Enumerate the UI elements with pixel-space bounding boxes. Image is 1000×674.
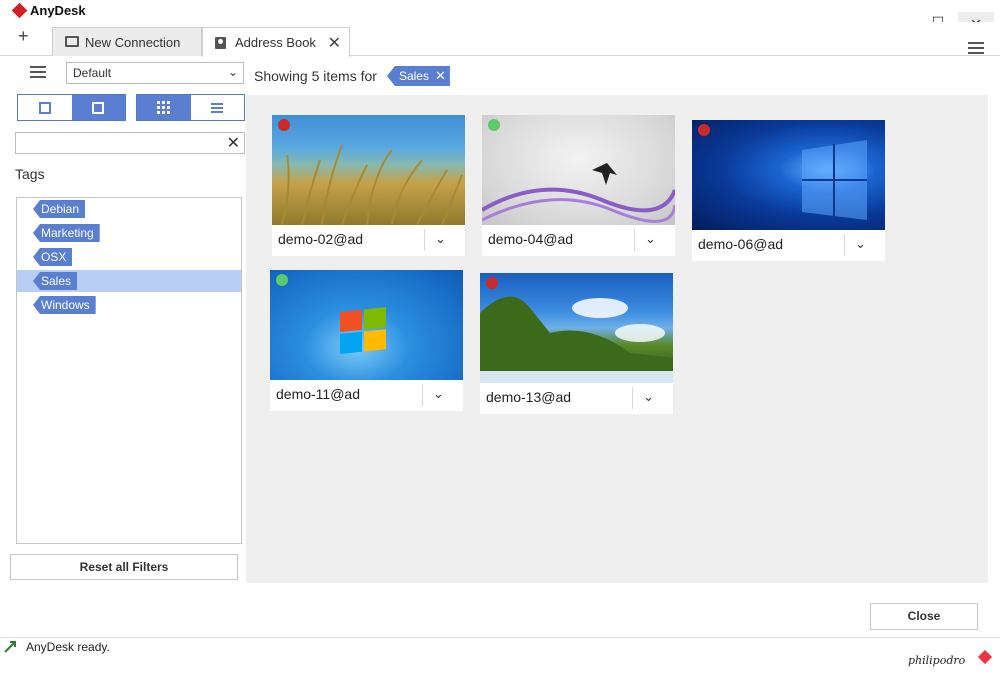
card-label: demo-04@ad: [488, 231, 574, 247]
tag-chip: Sales: [33, 272, 78, 290]
chevron-down-icon: ⌄: [227, 65, 238, 79]
address-card[interactable]: demo-06@ad ⌄: [692, 120, 885, 261]
active-filter-chip: Sales ✕: [386, 66, 450, 86]
status-text: AnyDesk ready.: [26, 640, 110, 654]
desktop-thumbnail: [692, 120, 885, 230]
address-card[interactable]: demo-13@ad ⌄: [480, 273, 673, 414]
tags-heading: Tags: [15, 166, 45, 182]
tab-bar: + New Connection Address Book ✕: [0, 22, 1000, 57]
island-wallpaper-image: [480, 296, 673, 383]
chevron-down-icon[interactable]: ⌄: [435, 231, 446, 247]
view-mode-toggle: [17, 94, 126, 121]
single-view-button[interactable]: [18, 95, 72, 120]
list-view-button[interactable]: [190, 95, 244, 120]
showing-count-text: Showing 5 items for: [254, 68, 377, 84]
status-indicator: [698, 124, 710, 136]
card-label: demo-06@ad: [698, 236, 784, 252]
address-book-select[interactable]: Default ⌄: [66, 62, 244, 84]
active-filter-label: Sales: [398, 69, 429, 83]
main-menu-icon[interactable]: [968, 42, 984, 57]
tag-item-osx[interactable]: OSX: [17, 246, 241, 268]
stacked-squares-icon: [92, 101, 105, 114]
address-book-icon: [215, 36, 229, 49]
clear-search-icon[interactable]: ✕: [227, 133, 240, 153]
card-separator: [634, 229, 635, 251]
status-indicator: [276, 274, 288, 286]
chevron-down-icon[interactable]: ⌄: [433, 386, 444, 402]
chevron-down-icon[interactable]: ⌄: [643, 389, 654, 405]
status-indicator: [278, 119, 290, 131]
card-label: demo-11@ad: [276, 386, 360, 402]
close-tab-icon[interactable]: ✕: [328, 33, 341, 53]
desktop-thumbnail: [272, 115, 465, 225]
tab-new-connection[interactable]: New Connection: [52, 27, 202, 56]
reset-filters-button[interactable]: Reset all Filters: [10, 554, 238, 580]
remove-filter-icon[interactable]: ✕: [435, 69, 446, 82]
chevron-down-icon[interactable]: ⌄: [855, 236, 866, 252]
app-title: AnyDesk: [30, 3, 86, 18]
layout-toggle: [136, 94, 245, 121]
connection-ready-icon: [4, 641, 16, 653]
new-tab-button[interactable]: +: [18, 26, 29, 47]
tag-item-windows[interactable]: Windows: [17, 294, 241, 316]
card-separator: [422, 384, 423, 406]
multi-view-button[interactable]: [71, 95, 125, 120]
tag-chip: Marketing: [33, 224, 100, 242]
close-button[interactable]: Close: [870, 603, 978, 630]
single-square-icon: [38, 101, 51, 114]
desktop-thumbnail: [482, 115, 675, 225]
monitor-icon: [65, 36, 79, 48]
card-label: demo-02@ad: [278, 231, 364, 247]
tag-item-marketing[interactable]: Marketing: [17, 222, 241, 244]
windows10-wallpaper-image: [802, 140, 867, 220]
address-card[interactable]: demo-04@ad ⌄: [482, 115, 675, 256]
grid-view-button[interactable]: [137, 95, 191, 120]
tags-list: Debian Marketing OSX Sales Windows: [16, 197, 242, 544]
tag-item-sales[interactable]: Sales: [17, 270, 241, 292]
address-card[interactable]: demo-02@ad ⌄: [272, 115, 465, 256]
address-card[interactable]: demo-11@ad ⌄: [270, 270, 463, 411]
abstract-wallpaper-image: [482, 163, 675, 223]
tab-label: Address Book: [235, 35, 316, 50]
card-separator: [632, 387, 633, 409]
tag-item-debian[interactable]: Debian: [17, 198, 241, 220]
card-separator: [844, 234, 845, 256]
card-separator: [424, 229, 425, 251]
desktop-thumbnail: [480, 273, 673, 383]
sidebar-menu-icon[interactable]: [30, 66, 46, 81]
status-indicator: [486, 277, 498, 289]
watermark-logo: philipodro: [908, 654, 966, 667]
tag-chip: Windows: [33, 296, 96, 314]
watermark-mark-icon: [977, 649, 993, 665]
status-indicator: [488, 119, 500, 131]
desktop-thumbnail: [270, 270, 463, 380]
search-input[interactable]: ✕: [15, 132, 245, 154]
grass-wallpaper-image: [281, 144, 463, 225]
windows7-wallpaper-image: [340, 307, 386, 354]
tab-label: New Connection: [85, 34, 181, 50]
filter-bar: Showing 5 items for Sales ✕: [254, 64, 450, 88]
anydesk-logo-icon: [11, 2, 28, 19]
status-bar: AnyDesk ready. philipodro: [0, 637, 1000, 674]
tag-chip: OSX: [33, 248, 73, 266]
tab-address-book[interactable]: Address Book ✕: [202, 27, 350, 57]
grid-icon: [157, 101, 171, 114]
tag-chip: Debian: [33, 200, 86, 218]
title-bar: AnyDesk: [0, 0, 1000, 22]
address-book-grid: demo-02@ad ⌄ demo-04@ad ⌄ demo-06@ad ⌄ d…: [246, 95, 988, 583]
list-icon: [211, 101, 224, 115]
chevron-down-icon[interactable]: ⌄: [645, 231, 656, 247]
sidebar: Default ⌄ ✕ Tags Debian Marketing OSX Sa…: [0, 56, 250, 586]
address-book-select-value: Default: [73, 66, 112, 80]
card-label: demo-13@ad: [486, 389, 572, 405]
